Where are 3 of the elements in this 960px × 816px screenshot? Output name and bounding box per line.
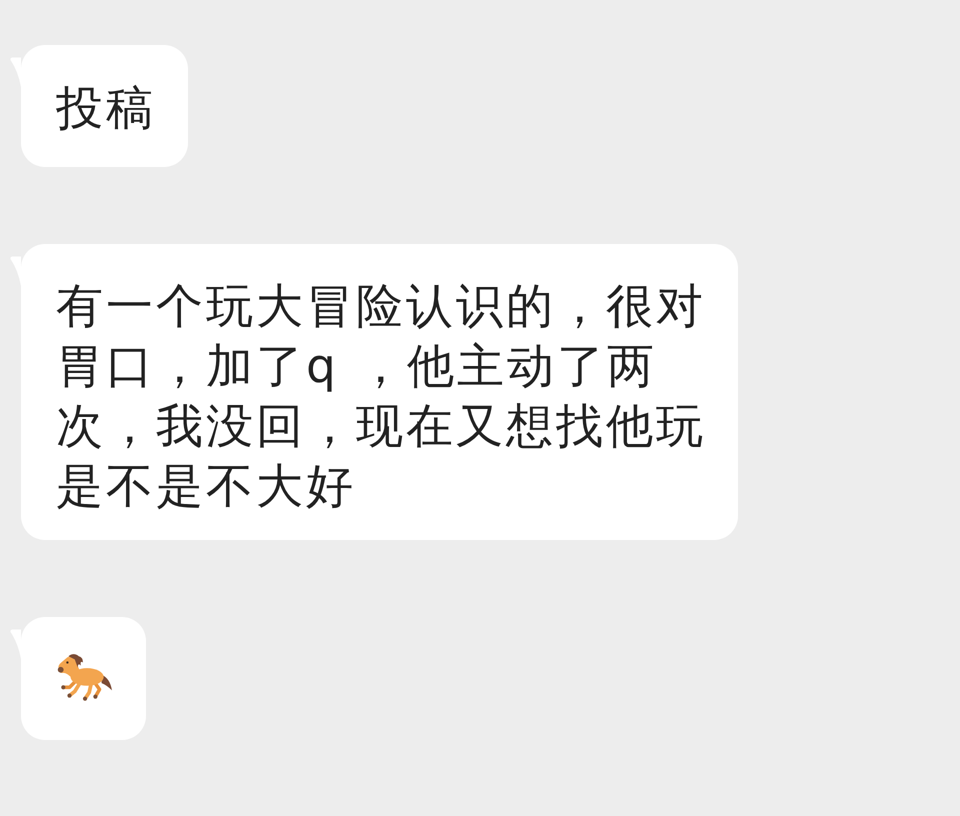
horse-icon [55,653,113,703]
message-text: 有一个玩大冒险认识的，很对胃口，加了q ，他主动了两次，我没回，现在又想找他玩是不是不大好 [56,278,707,516]
message-text: 投稿 [56,80,156,138]
